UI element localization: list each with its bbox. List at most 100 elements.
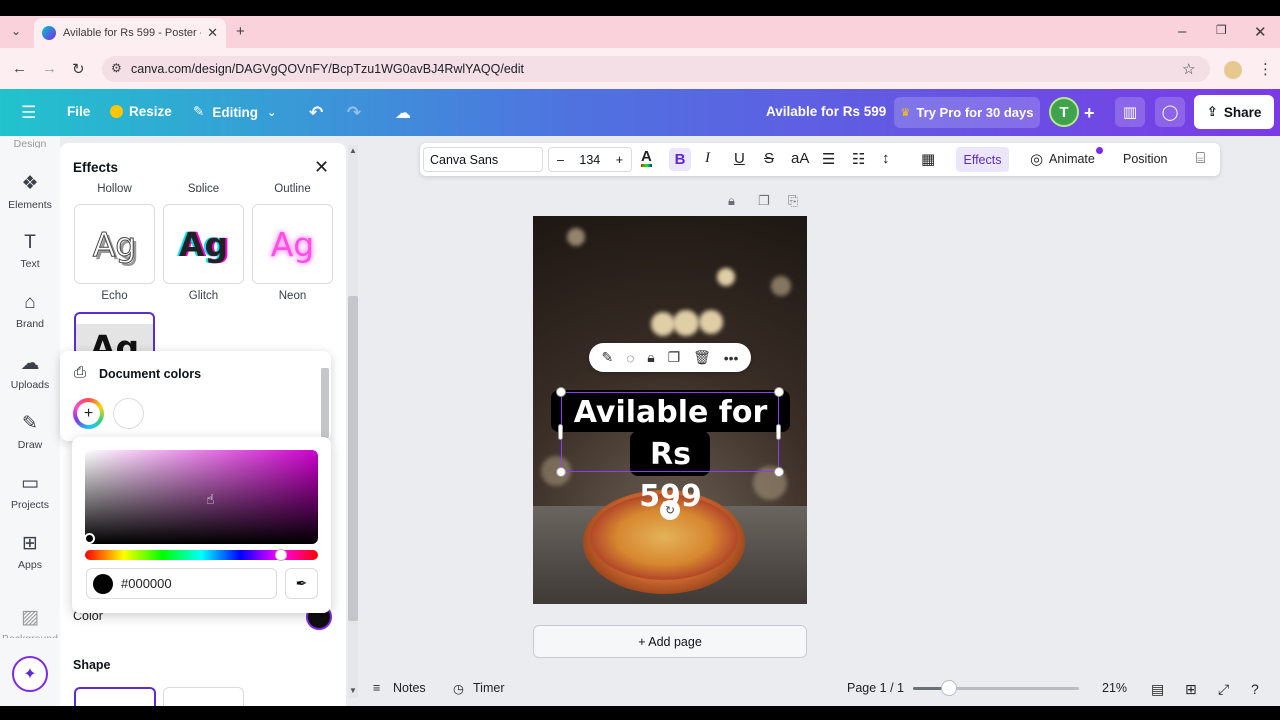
- hex-input[interactable]: #000000: [86, 568, 277, 599]
- color-swatch-white[interactable]: [113, 398, 144, 429]
- more-icon[interactable]: •••: [724, 350, 739, 366]
- try-pro-button[interactable]: ♛ Try Pro for 30 days: [894, 97, 1040, 128]
- effect-glitch[interactable]: Ag: [163, 204, 244, 284]
- scroll-down-icon[interactable]: ▼: [349, 686, 357, 695]
- letter-case-icon[interactable]: aA: [791, 150, 809, 167]
- underline-icon[interactable]: U: [734, 150, 745, 167]
- help-icon[interactable]: ?: [1251, 681, 1259, 697]
- restore-window-icon[interactable]: ❐: [1216, 23, 1227, 37]
- text-color-icon[interactable]: A: [641, 149, 652, 167]
- rail-design-cut[interactable]: Design: [0, 138, 60, 148]
- side-resize-handle[interactable]: [776, 424, 781, 440]
- shape-option-selected[interactable]: [74, 687, 156, 706]
- undo-icon[interactable]: ↶: [309, 103, 323, 123]
- add-color-button[interactable]: +: [73, 398, 104, 429]
- rail-elements[interactable]: ❖ Elements: [0, 172, 60, 211]
- notes-button[interactable]: Notes: [393, 681, 426, 695]
- close-window-icon[interactable]: ✕: [1254, 23, 1267, 41]
- add-page-icon[interactable]: ⎘: [788, 193, 798, 209]
- scroll-up-icon[interactable]: ▲: [349, 146, 357, 155]
- rail-background[interactable]: ▨ Background: [0, 606, 60, 638]
- design-title[interactable]: Avilable for Rs 599: [766, 104, 886, 119]
- animate-button[interactable]: Animate: [1049, 152, 1095, 166]
- transparency-icon[interactable]: ▦: [921, 150, 935, 168]
- increase-size-button[interactable]: +: [616, 153, 623, 167]
- avatar[interactable]: T: [1049, 97, 1079, 127]
- site-settings-icon[interactable]: ⚙: [111, 61, 122, 75]
- profile-icon[interactable]: [1224, 61, 1242, 79]
- reload-icon[interactable]: ↻: [72, 60, 85, 78]
- eyedropper-icon[interactable]: ✒: [285, 568, 318, 599]
- italic-icon[interactable]: I: [705, 150, 710, 167]
- comment-icon[interactable]: ◌: [626, 350, 634, 366]
- rail-uploads[interactable]: ☁ Uploads: [0, 352, 60, 391]
- magic-sparkle-icon[interactable]: ✦: [12, 656, 48, 692]
- pages-view-icon[interactable]: ▤: [1151, 681, 1164, 698]
- fullscreen-icon[interactable]: ⤢: [1218, 681, 1229, 698]
- browser-tab[interactable]: Avilable for Rs 599 - Poster - Ca ✕: [34, 18, 226, 48]
- line-spacing-icon[interactable]: ↕: [882, 150, 890, 167]
- rail-draw[interactable]: ✎ Draw: [0, 412, 60, 451]
- effect-background-selected[interactable]: Ag: [74, 312, 155, 354]
- url-text[interactable]: canva.com/design/DAGVgQOVnFY/BcpTzu1WG0a…: [131, 62, 524, 76]
- bulleted-list-icon[interactable]: ☷: [852, 150, 865, 168]
- decrease-size-button[interactable]: –: [557, 153, 564, 167]
- effect-echo[interactable]: Ag: [74, 204, 155, 284]
- rail-apps[interactable]: ⊞ Apps: [0, 532, 60, 571]
- zoom-slider-knob[interactable]: [941, 680, 957, 696]
- new-tab-icon[interactable]: +: [236, 23, 245, 40]
- effect-neon[interactable]: Ag: [252, 204, 333, 284]
- minimize-window-icon[interactable]: –: [1178, 23, 1186, 40]
- hue-slider-handle[interactable]: [275, 549, 287, 561]
- side-resize-handle[interactable]: [558, 424, 563, 440]
- page-indicator[interactable]: Page 1 / 1: [847, 681, 904, 695]
- lock-icon[interactable]: 🔒︎: [647, 349, 654, 366]
- resize-handle[interactable]: [556, 387, 566, 397]
- strikethrough-icon[interactable]: S: [764, 150, 774, 167]
- editing-mode-dropdown[interactable]: ✎ Editing ⌄: [193, 104, 276, 120]
- saturation-handle[interactable]: [84, 533, 95, 544]
- rail-text[interactable]: T Text: [0, 232, 60, 270]
- browser-menu-icon[interactable]: ⋮: [1258, 60, 1273, 78]
- duplicate-icon[interactable]: ❐: [668, 349, 681, 366]
- cloud-saved-icon[interactable]: ☁: [395, 103, 411, 123]
- resize-handle[interactable]: [556, 467, 566, 477]
- popover-scrollbar-thumb[interactable]: [321, 368, 329, 438]
- close-tab-icon[interactable]: ✕: [207, 25, 218, 41]
- share-button[interactable]: ⇪ Share: [1194, 95, 1274, 129]
- font-size-value[interactable]: 134: [579, 153, 600, 167]
- panel-scrollbar-thumb[interactable]: [348, 296, 358, 621]
- back-icon[interactable]: ←: [12, 60, 27, 77]
- zoom-level[interactable]: 21%: [1102, 681, 1127, 695]
- bold-icon[interactable]: B: [669, 148, 691, 171]
- forward-icon[interactable]: →: [42, 60, 57, 77]
- rail-brand[interactable]: ⌂ Brand: [0, 292, 60, 330]
- saturation-value-area[interactable]: [85, 450, 318, 544]
- lock-page-icon[interactable]: 🔒︎: [728, 193, 735, 209]
- font-size-control[interactable]: – 134 +: [548, 147, 632, 172]
- add-collaborator-icon[interactable]: +: [1084, 103, 1095, 124]
- magic-edit-icon[interactable]: ✎: [601, 349, 613, 366]
- grid-view-icon[interactable]: ⊞: [1185, 681, 1197, 698]
- shape-option[interactable]: [163, 687, 244, 706]
- insights-chart-icon[interactable]: ▥: [1115, 97, 1145, 127]
- add-page-button[interactable]: + Add page: [533, 625, 807, 658]
- effects-button[interactable]: Effects: [956, 147, 1009, 172]
- bookmark-star-icon[interactable]: ☆: [1182, 60, 1195, 78]
- position-button[interactable]: Position: [1123, 152, 1167, 166]
- delete-icon[interactable]: 🗑︎: [693, 349, 711, 366]
- main-menu-icon[interactable]: ☰: [21, 103, 36, 123]
- timer-button[interactable]: Timer: [473, 681, 504, 695]
- comment-icon[interactable]: ◯: [1155, 97, 1185, 127]
- tab-list-chevron-icon[interactable]: ⌄: [11, 24, 21, 38]
- close-icon[interactable]: ✕: [314, 157, 329, 178]
- resize-handle[interactable]: [774, 467, 784, 477]
- align-center-icon[interactable]: ☰: [822, 150, 835, 168]
- resize-handle[interactable]: [774, 387, 784, 397]
- file-menu[interactable]: File: [67, 104, 90, 119]
- duplicate-page-icon[interactable]: ❐: [758, 193, 770, 209]
- resize-button[interactable]: Resize: [110, 104, 172, 119]
- copy-style-paint-roller-icon[interactable]: ⌸: [1196, 150, 1205, 167]
- rail-projects[interactable]: ▭ Projects: [0, 472, 60, 511]
- redo-icon[interactable]: ↷: [347, 103, 361, 123]
